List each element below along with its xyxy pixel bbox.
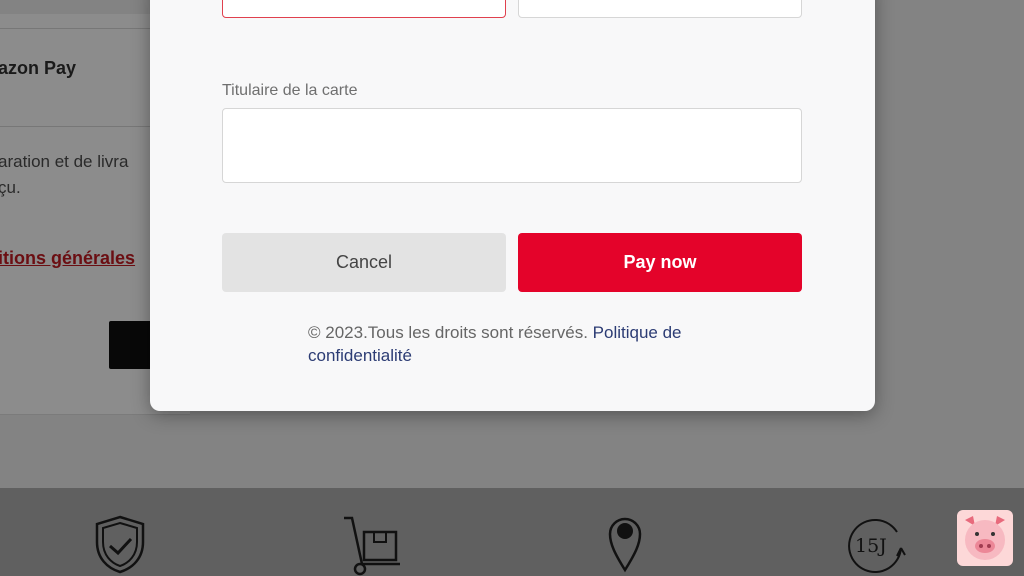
screen: azon Pay aration et de livra çu. itions …	[0, 0, 1024, 576]
terms-link[interactable]: itions générales	[0, 248, 135, 269]
payment-modal: Titulaire de la carte Cancel Pay now © 2…	[150, 0, 875, 411]
footer-features-bar: 15J	[0, 488, 1024, 576]
card-number-field[interactable]	[222, 0, 506, 18]
cardholder-label: Titulaire de la carte	[222, 82, 358, 99]
pig-logo	[957, 510, 1013, 566]
pay-now-button[interactable]: Pay now	[518, 233, 802, 292]
location-pin-icon	[608, 517, 642, 573]
cardholder-input[interactable]	[222, 108, 802, 183]
cancel-button[interactable]: Cancel	[222, 233, 506, 292]
shield-check-icon	[95, 515, 145, 574]
copyright-text: © 2023.Tous les droits sont réservés.	[308, 323, 588, 342]
shipping-info-text: aration et de livra	[0, 152, 129, 171]
card-expiry-field[interactable]	[518, 0, 802, 18]
payment-option-label: azon Pay	[0, 58, 77, 78]
copyright-notice: © 2023.Tous les droits sont réservés. Po…	[308, 321, 728, 367]
hand-truck-box-icon	[344, 516, 400, 576]
pig-face-icon	[965, 516, 1005, 560]
return-days-text: 15J	[855, 535, 887, 557]
15-days-return-icon: 15J	[848, 518, 906, 573]
shipping-info-text-2: çu.	[0, 178, 21, 197]
